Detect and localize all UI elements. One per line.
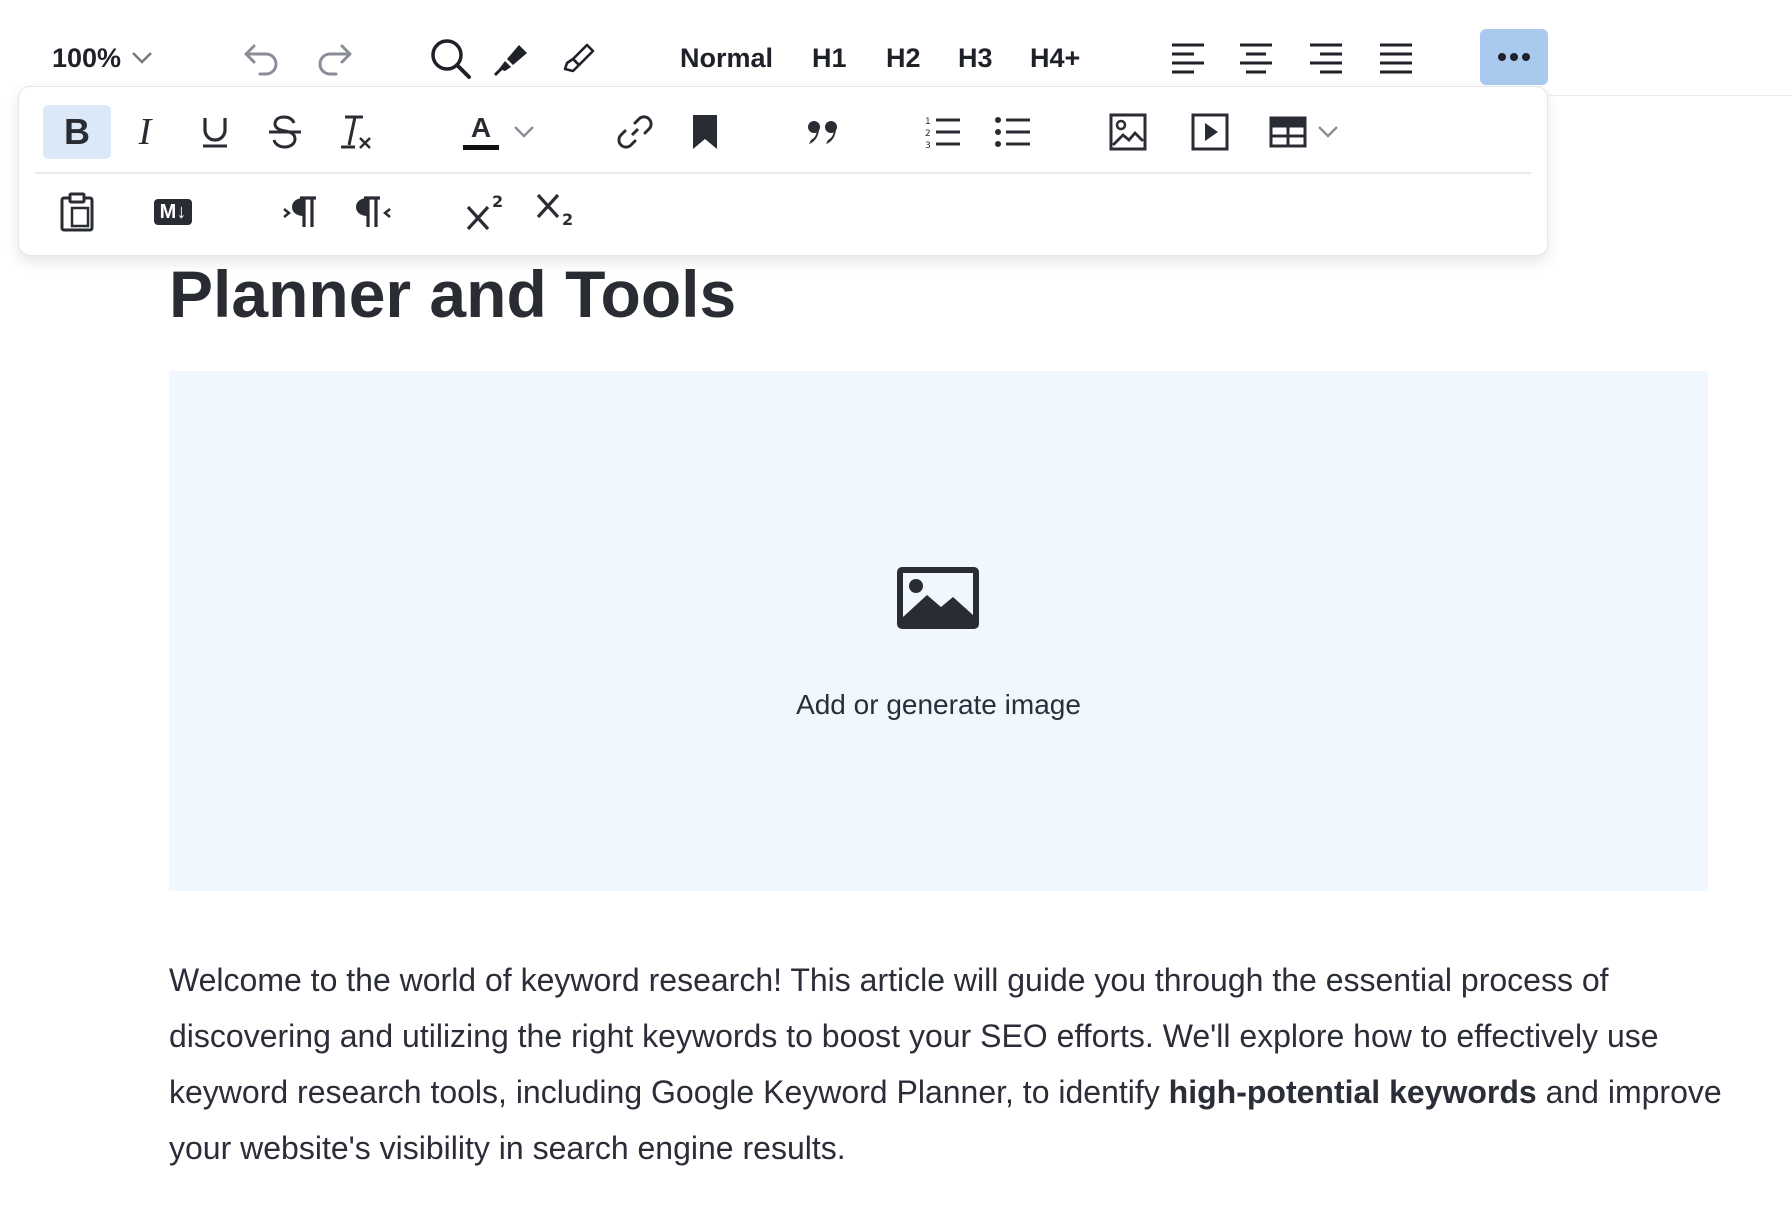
clear-format-icon (337, 114, 373, 150)
insert-table-dropdown[interactable] (1259, 105, 1349, 159)
heading-h1-button[interactable]: H1 (812, 36, 847, 80)
clear-format-button[interactable] (323, 105, 387, 159)
insert-image-button[interactable] (1096, 105, 1160, 159)
undo-button[interactable] (236, 32, 288, 84)
underline-icon (202, 116, 228, 148)
align-justify-icon (1378, 42, 1414, 74)
chevron-down-icon (131, 51, 153, 65)
paste-button[interactable] (43, 185, 111, 239)
align-right-button[interactable] (1300, 32, 1352, 84)
image-placeholder[interactable]: Add or generate image (169, 371, 1708, 891)
bookmark-icon (692, 114, 718, 150)
zoom-label: 100% (52, 42, 122, 73)
svg-text:2: 2 (492, 193, 503, 211)
search-icon (428, 36, 472, 80)
quote-icon (807, 120, 839, 144)
image-icon (1109, 113, 1147, 151)
align-center-button[interactable] (1230, 32, 1282, 84)
chevron-down-icon (1317, 125, 1339, 139)
chevron-down-icon (513, 125, 535, 139)
top-toolbar: 100% Normal H1 H2 H3 H4+ (0, 0, 1792, 96)
subscript-icon: 2 (535, 193, 575, 231)
svg-text:3: 3 (925, 141, 931, 149)
text-color-dropdown[interactable]: A (451, 105, 547, 159)
redo-button[interactable] (308, 32, 360, 84)
more-icon (1497, 52, 1531, 62)
strikethrough-icon (268, 115, 302, 149)
align-right-icon (1308, 42, 1344, 74)
highlighter-button[interactable] (486, 32, 538, 84)
rtl-paragraph-button[interactable] (341, 185, 405, 239)
subscript-button[interactable]: 2 (523, 185, 587, 239)
search-button[interactable] (424, 32, 476, 84)
video-icon (1191, 113, 1229, 151)
ltr-paragraph-icon (282, 195, 320, 229)
image-placeholder-label: Add or generate image (796, 689, 1081, 720)
numbered-list-button[interactable]: 1 2 3 (911, 105, 975, 159)
format-panel-divider (35, 172, 1531, 174)
align-left-icon (1170, 42, 1206, 74)
heading-h4plus-button[interactable]: H4+ (1030, 36, 1080, 80)
markdown-button[interactable]: M↓ (133, 185, 213, 239)
image-icon (897, 567, 979, 629)
text-color-icon: A (463, 114, 499, 150)
numbered-list-icon: 1 2 3 (925, 115, 961, 149)
svg-text:1: 1 (925, 117, 931, 127)
table-icon (1269, 116, 1307, 148)
italic-button[interactable]: I (113, 105, 177, 159)
italic-icon: I (138, 111, 152, 153)
underline-button[interactable] (183, 105, 247, 159)
brush-button[interactable] (552, 32, 604, 84)
svg-text:2: 2 (925, 129, 931, 139)
bulleted-list-button[interactable] (981, 105, 1045, 159)
paste-icon (60, 192, 94, 232)
bulleted-list-icon (995, 115, 1031, 149)
link-icon (616, 113, 654, 151)
brush-icon (559, 39, 597, 77)
insert-video-button[interactable] (1178, 105, 1242, 159)
format-panel: B I A 1 2 3 M↓ 2 2 (18, 86, 1548, 256)
link-button[interactable] (603, 105, 667, 159)
bold-button[interactable]: B (43, 105, 111, 159)
rtl-paragraph-icon (354, 195, 392, 229)
highlighter-icon (493, 39, 531, 77)
more-button[interactable] (1480, 29, 1548, 85)
toolbar-divider (1548, 95, 1792, 96)
intro-bold-keywords: high-potential keywords (1168, 1074, 1537, 1110)
page-title: Planner and Tools (169, 257, 737, 331)
svg-text:2: 2 (562, 210, 573, 229)
heading-normal-button[interactable]: Normal (680, 36, 773, 80)
bookmark-button[interactable] (673, 105, 737, 159)
intro-paragraph: Welcome to the world of keyword research… (169, 952, 1749, 1176)
quote-button[interactable] (791, 105, 855, 159)
heading-h3-button[interactable]: H3 (958, 36, 993, 80)
ltr-paragraph-button[interactable] (269, 185, 333, 239)
align-justify-button[interactable] (1370, 32, 1422, 84)
markdown-icon: M↓ (153, 199, 193, 225)
align-center-icon (1238, 42, 1274, 74)
strikethrough-button[interactable] (253, 105, 317, 159)
align-left-button[interactable] (1162, 32, 1214, 84)
superscript-button[interactable]: 2 (453, 185, 517, 239)
superscript-icon: 2 (465, 193, 505, 231)
undo-icon (242, 38, 282, 78)
heading-h2-button[interactable]: H2 (886, 36, 921, 80)
bold-icon: B (64, 111, 90, 152)
redo-icon (314, 38, 354, 78)
zoom-dropdown[interactable]: 100% (52, 36, 153, 80)
